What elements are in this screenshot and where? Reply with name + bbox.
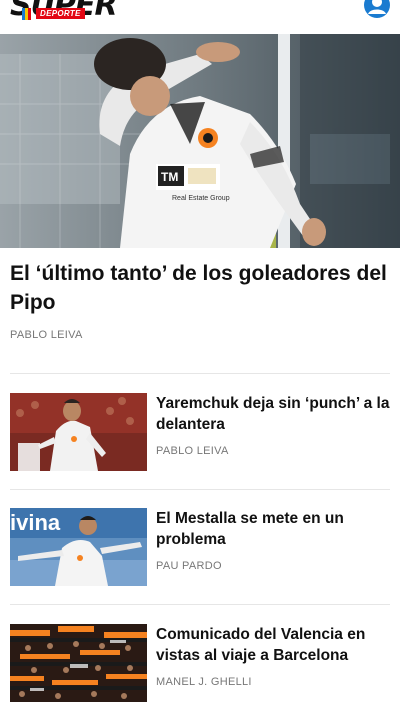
story-item[interactable]: Comunicado del Valencia en vistas al via… [10,624,390,704]
story-author[interactable]: PABLO LEIVA [156,445,229,457]
story-author[interactable]: PAU PARDO [156,560,222,572]
thumb-photo-3 [10,624,147,702]
story-thumbnail[interactable]: ivina [10,508,147,586]
hero-photo: TM Real Estate Group [0,34,400,248]
logo-subtitle: DEPORTE [36,8,85,19]
divider [10,373,390,374]
story-author[interactable]: MANEL J. GHELLI [156,676,252,688]
story-headline[interactable]: El Mestalla se mete en un problema [156,508,392,550]
story-headline[interactable]: Yaremchuk deja sin ‘punch’ a la delanter… [156,393,392,435]
main-story-image[interactable]: TM Real Estate Group [0,34,400,248]
divider [10,489,390,490]
hero-shirt-sponsor-sub: Real Estate Group [172,195,230,202]
story-thumbnail[interactable] [10,393,147,471]
thumb-banner-text: ivina [10,510,61,535]
site-logo[interactable]: SUPER DEPORTE [10,0,130,29]
logo-flag-icon [22,8,31,20]
divider [10,604,390,605]
story-headline[interactable]: Comunicado del Valencia en vistas al via… [156,624,392,666]
top-header: SUPER DEPORTE [0,0,400,34]
main-story-author[interactable]: PABLO LEIVA [10,329,83,341]
main-story-headline[interactable]: El ‘último tanto’ de los goleadores del … [10,259,392,317]
thumb-photo-2: ivina [10,508,147,586]
user-account-icon[interactable] [364,0,390,18]
story-thumbnail[interactable] [10,624,147,702]
hero-shirt-sponsor: TM [161,170,178,184]
thumb-photo-1 [10,393,147,471]
story-item[interactable]: Yaremchuk deja sin ‘punch’ a la delanter… [10,393,390,473]
story-item[interactable]: ivina El Mestalla se mete en un problema… [10,508,390,588]
